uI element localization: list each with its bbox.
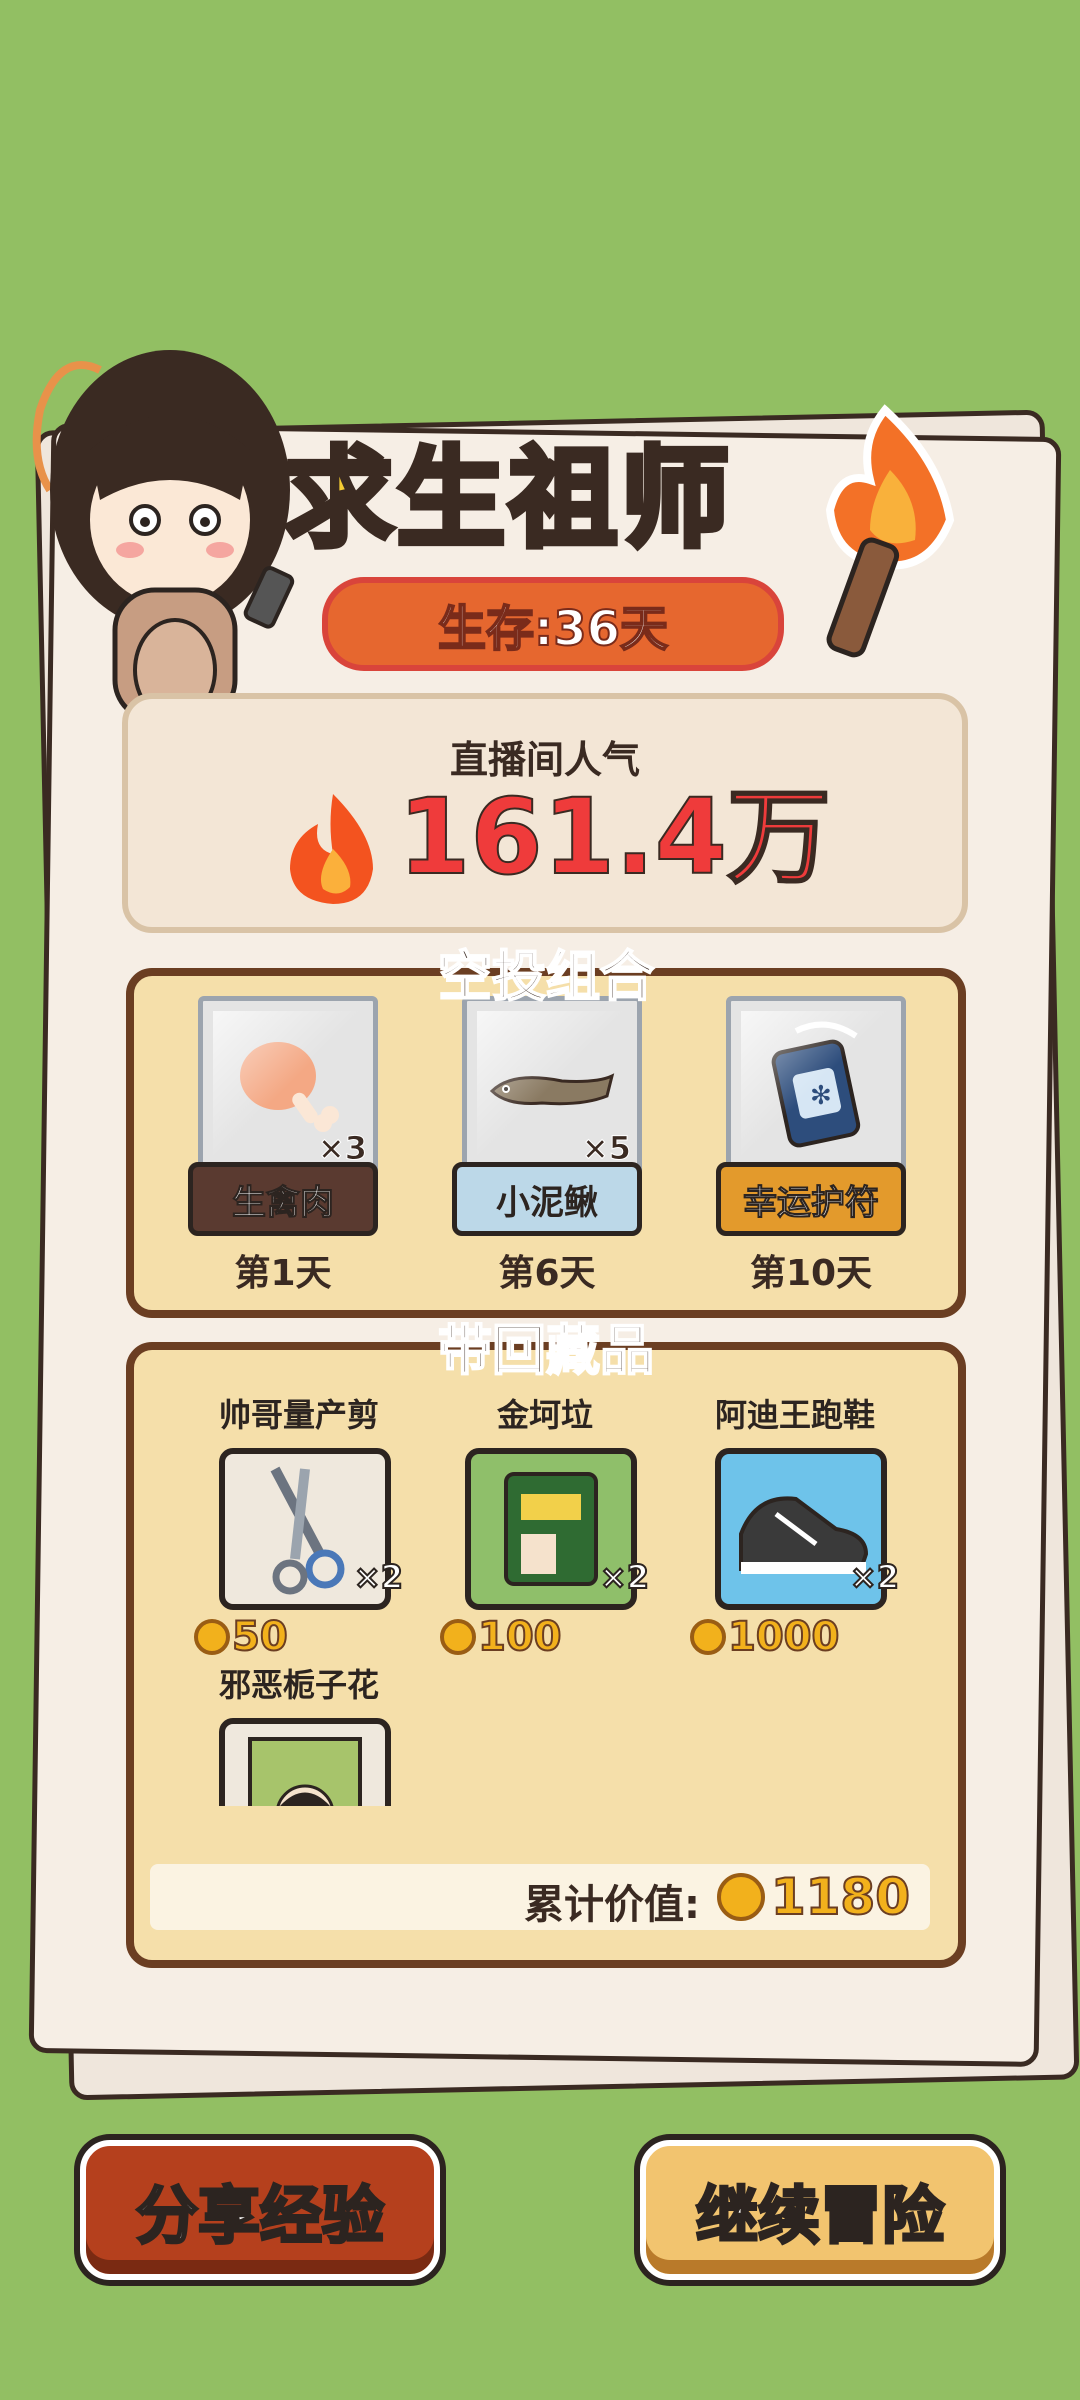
loot-item[interactable]: 邪恶栀子花 ×2 bbox=[194, 1660, 404, 1806]
loot-price: 1000 bbox=[690, 1613, 900, 1661]
loot-card: ×2 bbox=[219, 1448, 404, 1610]
loot-title: 带回藏品 bbox=[437, 1318, 655, 1383]
airdrop-name: 小泥鳅 bbox=[452, 1162, 642, 1236]
total-value-amount: 1180 bbox=[770, 1867, 911, 1927]
airdrop-name: 生禽肉 bbox=[188, 1162, 378, 1236]
popularity-panel: 直播间人气 161.4万 bbox=[122, 693, 968, 933]
loot-name: 阿迪王跑鞋 bbox=[714, 1396, 875, 1434]
loot-qty: ×2 bbox=[599, 1557, 650, 1597]
airdrop-day: 第10天 bbox=[749, 1253, 873, 1294]
airdrop-card: ×5 bbox=[462, 996, 642, 1176]
loot-price-value: 100 bbox=[477, 1613, 562, 1661]
total-value-label: 累计价值: bbox=[524, 1882, 700, 1928]
share-experience-button[interactable]: 分享经验 bbox=[80, 2140, 440, 2280]
loot-card: ×2 bbox=[219, 1718, 391, 1806]
loot-item[interactable]: 金坷垃 ×2 100 bbox=[440, 1390, 650, 1661]
page-title: 求生祖师 bbox=[282, 434, 734, 565]
continue-adventure-button[interactable]: 继续冒险 bbox=[640, 2140, 1000, 2280]
loot-price-value: 50 bbox=[231, 1613, 289, 1661]
loot-qty: ×2 bbox=[353, 1557, 404, 1597]
airdrop-card: ×3 bbox=[198, 996, 378, 1176]
survival-days-badge: 生存:36天 bbox=[322, 577, 784, 671]
airdrop-card: ✻ bbox=[726, 996, 906, 1176]
loot-name: 帅哥量产剪 bbox=[218, 1396, 379, 1434]
loot-item[interactable]: 阿迪王跑鞋 ×2 1000 bbox=[690, 1390, 900, 1661]
airdrop-panel: ×3 生禽肉 第1天 ×5 小泥鳅 第6天 ✻ 幸运护 bbox=[126, 968, 966, 1318]
popularity-value: 161.4万 bbox=[397, 776, 832, 898]
total-value: 1180 bbox=[716, 1867, 911, 1927]
airdrop-name: 幸运护符 bbox=[716, 1162, 906, 1236]
loot-item[interactable]: 帅哥量产剪 ×2 50 bbox=[194, 1390, 404, 1661]
airdrop-day: 第1天 bbox=[234, 1253, 332, 1294]
fire-icon bbox=[290, 794, 373, 904]
airdrop-item[interactable]: ✻ 幸运护符 第10天 bbox=[716, 996, 906, 1296]
coin-icon bbox=[194, 1619, 230, 1655]
fertilizer-bag-icon bbox=[504, 1472, 598, 1586]
airdrop-item[interactable]: ×5 小泥鳅 第6天 bbox=[452, 996, 642, 1296]
coin-icon bbox=[690, 1619, 726, 1655]
loot-card: ×2 bbox=[465, 1448, 650, 1610]
book-icon bbox=[248, 1737, 362, 1806]
airdrop-item[interactable]: ×3 生禽肉 第1天 bbox=[188, 996, 378, 1296]
loot-qty: ×2 bbox=[849, 1557, 900, 1597]
loot-price-value: 1000 bbox=[727, 1613, 840, 1661]
coin-icon bbox=[716, 1873, 765, 1921]
streamer-character bbox=[32, 350, 295, 747]
loot-card: ×2 bbox=[715, 1448, 900, 1610]
coin-icon bbox=[440, 1619, 476, 1655]
total-value-bar: 累计价值: 1180 bbox=[150, 1864, 930, 1930]
loot-name: 金坷垃 bbox=[496, 1396, 593, 1434]
loot-name: 邪恶栀子花 bbox=[218, 1666, 379, 1704]
loot-price: 100 bbox=[440, 1613, 650, 1661]
airdrop-title: 空投组合 bbox=[437, 944, 655, 1009]
airdrop-day: 第6天 bbox=[498, 1253, 596, 1294]
loot-price: 50 bbox=[194, 1613, 404, 1661]
